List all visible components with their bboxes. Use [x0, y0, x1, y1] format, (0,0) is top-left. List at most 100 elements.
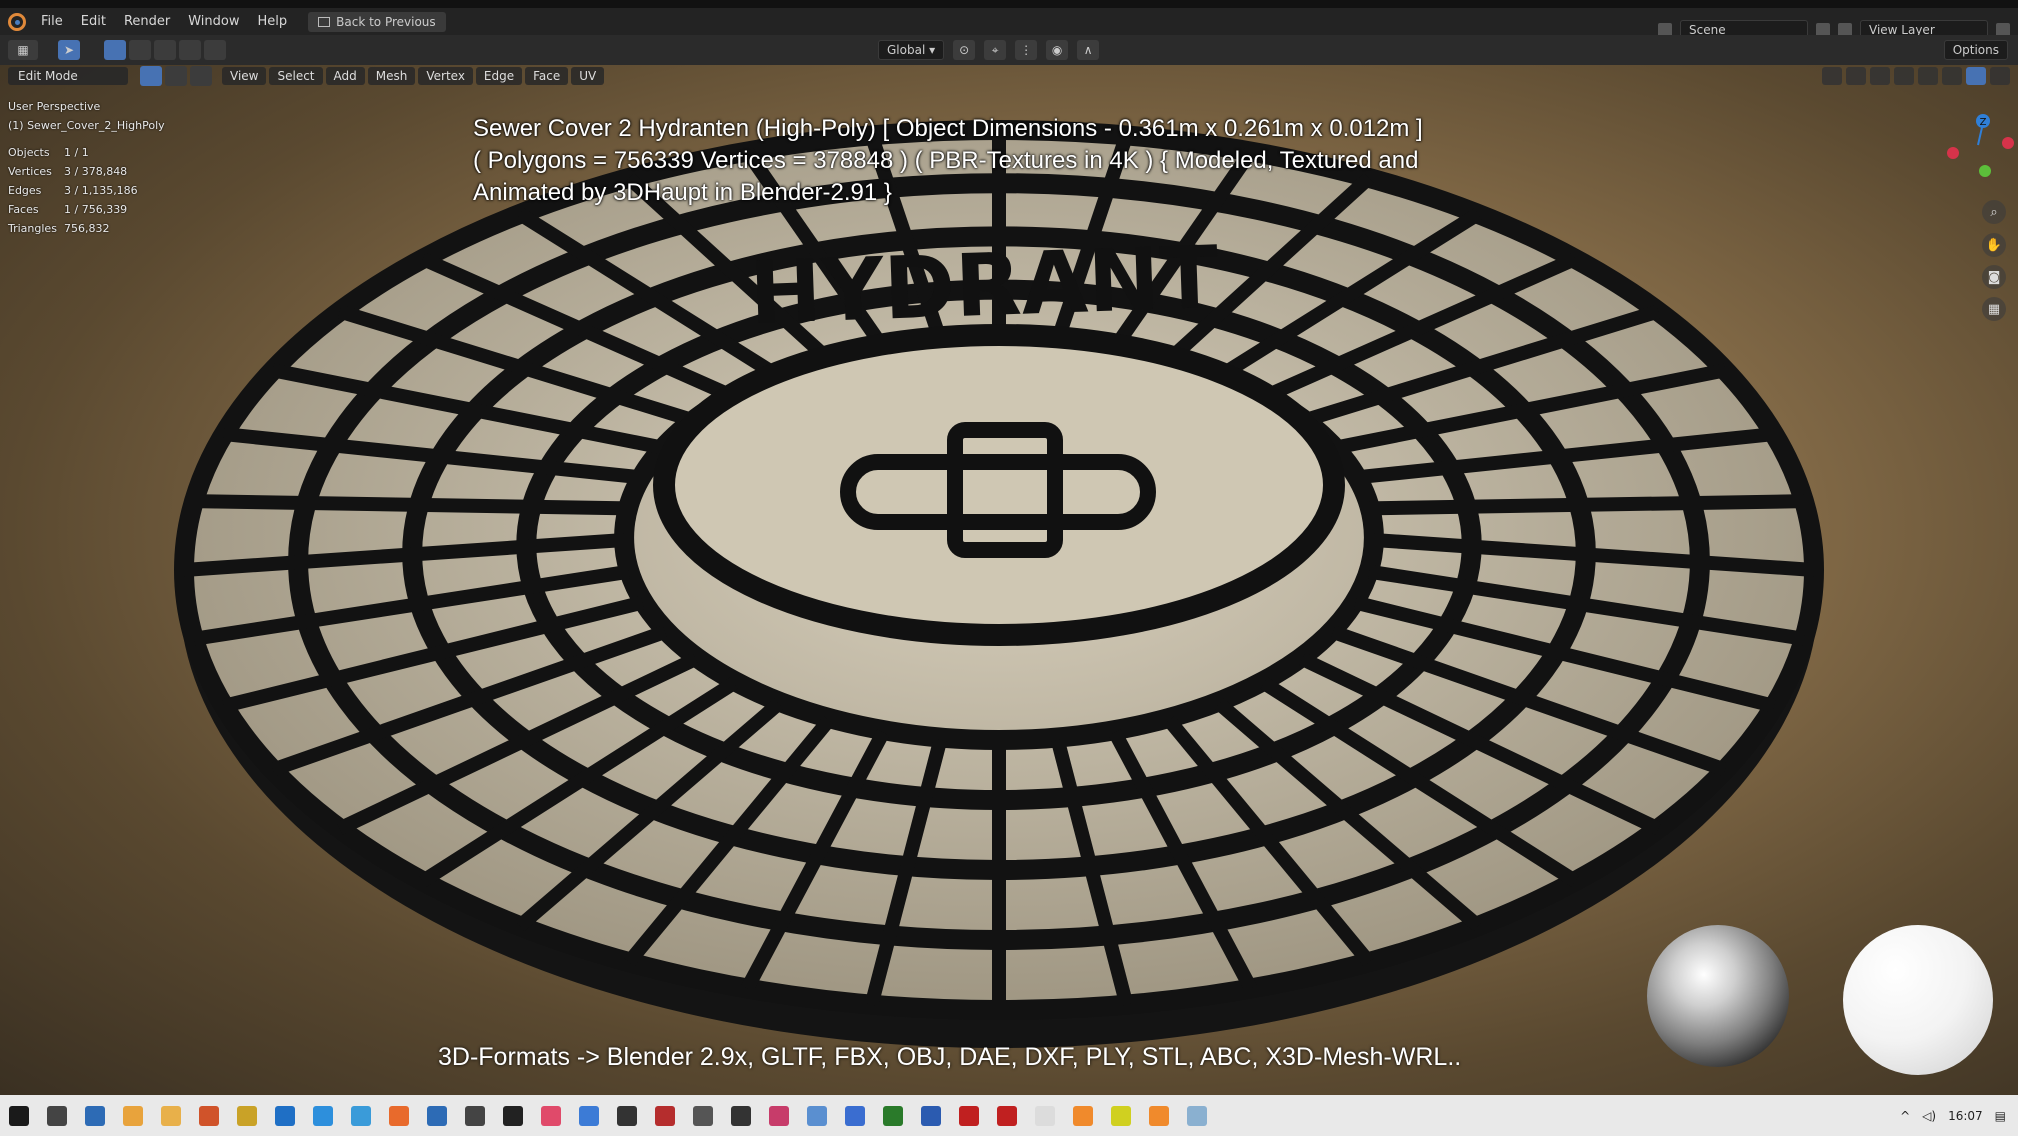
taskbar-app-icon[interactable]	[959, 1105, 979, 1126]
taskbar-app-icon[interactable]	[1149, 1105, 1169, 1126]
menu-face[interactable]: Face	[525, 67, 569, 85]
select-mode-invert-icon[interactable]	[179, 40, 201, 60]
menu-help[interactable]: Help	[249, 14, 297, 29]
orthographic-toggle-icon[interactable]: ▦	[1982, 297, 2006, 321]
taskbar-app-icon[interactable]	[997, 1105, 1017, 1126]
vertex-select-mode-icon[interactable]	[140, 66, 162, 86]
face-select-mode-icon[interactable]	[190, 66, 212, 86]
taskbar-app-icon[interactable]	[693, 1105, 713, 1126]
mode-dropdown[interactable]: Edit Mode	[8, 67, 128, 85]
navigation-gizmo[interactable]: Z ⌕ ✋ ◙ ▦	[1938, 105, 2018, 325]
taskbar-app-icon[interactable]	[351, 1105, 371, 1126]
back-to-previous-label: Back to Previous	[336, 14, 436, 29]
taskbar-app-icon[interactable]	[541, 1105, 561, 1126]
pan-hand-icon[interactable]: ✋	[1982, 233, 2006, 257]
menu-view[interactable]: View	[222, 67, 267, 85]
editor-type-icon[interactable]: ▦	[8, 40, 38, 60]
chevron-up-icon[interactable]: ^	[1900, 1109, 1910, 1123]
options-dropdown[interactable]: Options	[1943, 40, 2008, 60]
menu-file[interactable]: File	[32, 14, 72, 29]
edge-select-mode-icon[interactable]	[165, 66, 187, 86]
pivot-point-icon[interactable]: ⊙	[953, 40, 976, 60]
rendered-shading-icon[interactable]	[1990, 67, 2010, 85]
camera-view-icon[interactable]: ◙	[1982, 265, 2006, 289]
taskbar-app-icon[interactable]	[123, 1105, 143, 1126]
menu-uv[interactable]: UV	[571, 67, 605, 85]
select-mode-subtract-icon[interactable]	[154, 40, 176, 60]
transform-orientation-label: Global	[887, 43, 926, 57]
blender-logo-icon[interactable]	[8, 12, 26, 31]
taskbar-app-icon[interactable]	[427, 1105, 447, 1126]
taskbar-app-icon[interactable]	[1035, 1105, 1055, 1126]
menu-mesh[interactable]: Mesh	[367, 67, 416, 85]
taskbar-app-icon[interactable]	[465, 1105, 485, 1126]
taskbar-app-icon[interactable]	[807, 1105, 827, 1126]
windows-start-icon[interactable]	[9, 1105, 29, 1126]
taskbar-app-icon[interactable]	[1111, 1105, 1131, 1126]
viewport-header: Edit Mode View Select Add Mesh Vertex Ed…	[0, 65, 2018, 87]
stat-row: Edges 3 / 1,135,186	[8, 181, 165, 200]
active-object-name: (1) Sewer_Cover_2_HighPoly	[8, 119, 165, 132]
taskbar-app-icon[interactable]	[731, 1105, 751, 1126]
clock-time[interactable]: 16:07	[1948, 1109, 1983, 1123]
select-tool-icon[interactable]: ➤	[58, 40, 80, 60]
menu-edge[interactable]: Edge	[475, 67, 523, 85]
stat-row: Objects 1 / 1	[8, 143, 165, 162]
taskbar-app-icon[interactable]	[313, 1105, 333, 1126]
window-top-strip	[0, 0, 2018, 8]
visibility-icon[interactable]	[1822, 67, 1842, 85]
taskbar-app-icon[interactable]	[389, 1105, 409, 1126]
search-icon[interactable]	[47, 1105, 67, 1126]
menu-select[interactable]: Select	[269, 67, 323, 85]
select-mode-new-icon[interactable]	[104, 40, 126, 60]
axis-gizmo-icon[interactable]: Z	[1938, 105, 2018, 185]
menu-vertex[interactable]: Vertex	[418, 67, 473, 85]
menu-render[interactable]: Render	[115, 14, 179, 29]
model-description-overlay: Sewer Cover 2 Hydranten (High-Poly) [ Ob…	[473, 113, 1493, 209]
taskbar-app-icon[interactable]	[769, 1105, 789, 1126]
transform-orientation-group: Global ▾ ⊙ ⌖ ⋮ ◉ ∧	[878, 40, 1100, 60]
taskbar-app-icon[interactable]	[275, 1105, 295, 1126]
gizmo-toggle-icon[interactable]	[1846, 67, 1866, 85]
falloff-icon[interactable]: ∧	[1077, 40, 1100, 60]
taskbar-app-icon[interactable]	[199, 1105, 219, 1126]
overlay-toggle-icon[interactable]	[1870, 67, 1890, 85]
menu-add[interactable]: Add	[325, 67, 365, 85]
taskbar-app-icon[interactable]	[85, 1105, 105, 1126]
menu-window[interactable]: Window	[179, 14, 248, 29]
taskbar-app-icon[interactable]	[883, 1105, 903, 1126]
taskbar-app-icon[interactable]	[1187, 1105, 1207, 1126]
hydrant-embossed-text: HYDRANT	[748, 228, 1221, 344]
select-mode-intersect-icon[interactable]	[204, 40, 226, 60]
menu-edit[interactable]: Edit	[72, 14, 115, 29]
description-line-3: Animated by 3DHaupt in Blender-2.91 }	[473, 179, 892, 206]
back-to-previous-button[interactable]: Back to Previous	[308, 11, 446, 32]
taskbar-app-icon[interactable]	[845, 1105, 865, 1126]
taskbar-app-icon[interactable]	[161, 1105, 181, 1126]
taskbar-app-icon[interactable]	[579, 1105, 599, 1126]
select-mode-extend-icon[interactable]	[129, 40, 151, 60]
xray-toggle-icon[interactable]	[1894, 67, 1914, 85]
notification-icon[interactable]: ▤	[1995, 1109, 2006, 1123]
taskbar-icons	[0, 1105, 1216, 1126]
snap-icon[interactable]: ⌖	[984, 40, 1007, 60]
taskbar-app-icon[interactable]	[617, 1105, 637, 1126]
solid-shading-icon[interactable]	[1942, 67, 1962, 85]
taskbar-app-icon[interactable]	[237, 1105, 257, 1126]
snap-target-icon[interactable]: ⋮	[1015, 40, 1038, 60]
zoom-icon[interactable]: ⌕	[1982, 200, 2006, 224]
material-shading-icon[interactable]	[1966, 67, 1986, 85]
wireframe-shading-icon[interactable]	[1918, 67, 1938, 85]
taskbar-app-icon[interactable]	[503, 1105, 523, 1126]
taskbar-app-icon[interactable]	[1073, 1105, 1093, 1126]
taskbar-app-icon[interactable]	[655, 1105, 675, 1126]
screen-icon	[318, 16, 331, 27]
transform-orientation-dropdown[interactable]: Global ▾	[878, 40, 945, 60]
proportional-edit-icon[interactable]: ◉	[1046, 40, 1069, 60]
stat-row: Faces 1 / 756,339	[8, 200, 165, 219]
speaker-icon[interactable]: ◁)	[1922, 1109, 1936, 1123]
3d-viewport[interactable]: HYDRANT Edit Mode View Select Add Mesh V…	[0, 65, 2018, 1095]
viewport-statistics: User Perspective (1) Sewer_Cover_2_HighP…	[8, 97, 165, 238]
cover-center-medallion	[653, 324, 1345, 646]
taskbar-app-icon[interactable]	[921, 1105, 941, 1126]
